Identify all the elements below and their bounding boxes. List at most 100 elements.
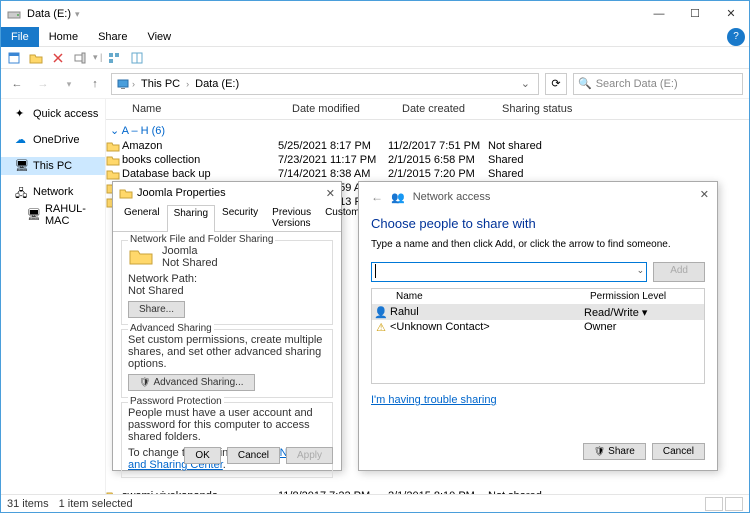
advanced-sharing-group: Advanced Sharing Set custom permissions,… <box>121 329 333 398</box>
folder-icon <box>106 154 122 166</box>
props-apply-button[interactable]: Apply <box>286 447 333 464</box>
crumb-dropdown-icon[interactable]: ⌄ <box>517 77 534 90</box>
crumb-thispc[interactable]: This PC <box>137 78 184 90</box>
back-button[interactable]: ← <box>7 74 27 94</box>
star-icon: ✦ <box>15 107 29 121</box>
props-tab-sharing[interactable]: Sharing <box>167 205 215 232</box>
props-cancel-button[interactable]: Cancel <box>227 447 280 464</box>
status-bar: 31 items 1 item selected <box>1 494 749 512</box>
props-tab-previous-versions[interactable]: Previous Versions <box>265 204 318 231</box>
nav-network[interactable]: 🖧Network <box>1 183 105 201</box>
close-button[interactable]: ✕ <box>713 1 749 27</box>
quick-access-toolbar: ▾ | <box>1 47 749 69</box>
col-date-modified[interactable]: Date modified <box>286 101 396 117</box>
pc-icon <box>116 77 130 91</box>
nav-this-pc[interactable]: 🖥This PC <box>1 157 105 175</box>
share-close-button[interactable]: ✕ <box>700 188 709 201</box>
search-input[interactable]: 🔍 Search Data (E:) <box>573 73 743 95</box>
breadcrumb[interactable]: › This PC › Data (E:) ⌄ <box>111 73 539 95</box>
people-col-name[interactable]: Name <box>390 289 584 304</box>
col-sharing-status[interactable]: Sharing status <box>496 101 596 117</box>
qat-rename-icon[interactable] <box>71 49 89 67</box>
trouble-sharing-link[interactable]: I'm having trouble sharing <box>371 394 497 406</box>
network-icon: 🖧 <box>15 185 29 199</box>
add-button[interactable]: Add <box>653 262 705 282</box>
refresh-button[interactable]: ⟳ <box>545 73 567 95</box>
minimize-button[interactable]: — <box>641 1 677 27</box>
people-row[interactable]: 👤 Rahul Read/Write ▾ <box>372 305 704 320</box>
view-details-button[interactable] <box>705 497 723 511</box>
view-icons-button[interactable] <box>725 497 743 511</box>
share-cancel-button[interactable]: Cancel <box>652 443 705 460</box>
props-tab-general[interactable]: General <box>117 204 167 231</box>
properties-dialog: Joomla Properties ✕ General Sharing Secu… <box>112 181 342 471</box>
share-name: Joomla <box>162 245 218 257</box>
table-row[interactable]: books collection7/23/2021 11:17 PM2/1/20… <box>106 153 749 167</box>
advanced-sharing-button[interactable]: Advanced Sharing... <box>128 374 255 391</box>
folder-icon <box>106 168 122 180</box>
network-path-label: Network Path: <box>128 273 326 285</box>
forward-button[interactable]: → <box>33 74 53 94</box>
nav-pane: ✦Quick access ☁OneDrive 🖥This PC 🖧Networ… <box>1 99 106 494</box>
permission-dropdown[interactable]: Read/Write ▾ <box>584 306 704 319</box>
status-selection: 1 item selected <box>59 498 133 510</box>
props-ok-button[interactable]: OK <box>184 447 220 464</box>
qat-sort-icon[interactable] <box>106 49 124 67</box>
crumb-data[interactable]: Data (E:) <box>191 78 243 90</box>
unknown-user-icon: ⚠ <box>372 321 390 334</box>
share-confirm-button[interactable]: Share <box>583 443 646 460</box>
table-row[interactable]: Amazon5/25/2021 8:17 PM11/2/2017 7:51 PM… <box>106 139 749 153</box>
props-close-button[interactable]: ✕ <box>326 187 335 200</box>
drive-icon <box>7 7 21 21</box>
network-access-dialog: ✕ ← 👥 Network access Choose people to sh… <box>358 181 718 471</box>
people-row[interactable]: ⚠ <Unknown Contact> Owner <box>372 320 704 335</box>
file-tab[interactable]: File <box>1 27 39 47</box>
props-tab-security[interactable]: Security <box>215 204 265 231</box>
help-icon[interactable]: ? <box>727 28 745 46</box>
network-file-sharing-group: Network File and Folder Sharing Joomla N… <box>121 240 333 325</box>
maximize-button[interactable]: ☐ <box>677 1 713 27</box>
qat-newfolder-icon[interactable] <box>27 49 45 67</box>
qat-chevron-icon[interactable]: ▾ <box>75 9 80 20</box>
share-title: Network access <box>413 191 491 203</box>
network-path-value: Not Shared <box>128 285 326 297</box>
folder-icon <box>106 140 122 152</box>
share-back-button[interactable]: ← <box>371 190 383 204</box>
share-name-input[interactable]: ⌄ <box>371 262 647 282</box>
chevron-down-icon[interactable]: ⌄ <box>637 265 645 276</box>
adv-text: Set custom permissions, create multiple … <box>128 334 326 370</box>
people-col-perm[interactable]: Permission Level <box>584 289 704 304</box>
address-bar-row: ← → ▾ ↑ › This PC › Data (E:) ⌄ ⟳ 🔍 Sear… <box>1 69 749 99</box>
column-headers[interactable]: Name Date modified Date created Sharing … <box>106 99 749 120</box>
tab-share[interactable]: Share <box>88 29 137 45</box>
share-hint: Type a name and then click Add, or click… <box>371 239 705 250</box>
titlebar: Data (E:) ▾ — ☐ ✕ <box>1 1 749 27</box>
people-icon: 👥 <box>391 191 405 204</box>
user-icon: 👤 <box>372 306 390 319</box>
nav-quick-access[interactable]: ✦Quick access <box>1 105 105 123</box>
window-title: Data (E:) <box>27 8 71 20</box>
props-title: Joomla Properties <box>137 187 226 199</box>
password-protection-group: Password Protection People must have a u… <box>121 402 333 478</box>
folder-icon <box>128 245 156 269</box>
nav-onedrive[interactable]: ☁OneDrive <box>1 131 105 149</box>
qat-sep: ▾ | <box>93 52 102 63</box>
pwd-text: People must have a user account and pass… <box>128 407 326 443</box>
ribbon-tabs: File Home Share View ? <box>1 27 749 47</box>
tab-home[interactable]: Home <box>39 29 88 45</box>
table-row[interactable]: Database back up7/14/2021 8:38 AM2/1/201… <box>106 167 749 181</box>
search-icon: 🔍 <box>578 77 592 90</box>
recent-button[interactable]: ▾ <box>59 74 79 94</box>
col-date-created[interactable]: Date created <box>396 101 496 117</box>
share-button[interactable]: Share... <box>128 301 185 318</box>
up-button[interactable]: ↑ <box>85 74 105 94</box>
col-name[interactable]: Name <box>126 101 286 117</box>
tab-view[interactable]: View <box>137 29 181 45</box>
qat-properties-icon[interactable] <box>5 49 23 67</box>
qat-delete-icon[interactable] <box>49 49 67 67</box>
share-status: Not Shared <box>162 257 218 269</box>
group-header[interactable]: ⌄ A – H (6) <box>106 120 749 139</box>
nav-rahul-mac[interactable]: 🖥RAHUL-MAC <box>1 201 105 229</box>
explorer-window: Data (E:) ▾ — ☐ ✕ File Home Share View ?… <box>0 0 750 513</box>
qat-layout-icon[interactable] <box>128 49 146 67</box>
